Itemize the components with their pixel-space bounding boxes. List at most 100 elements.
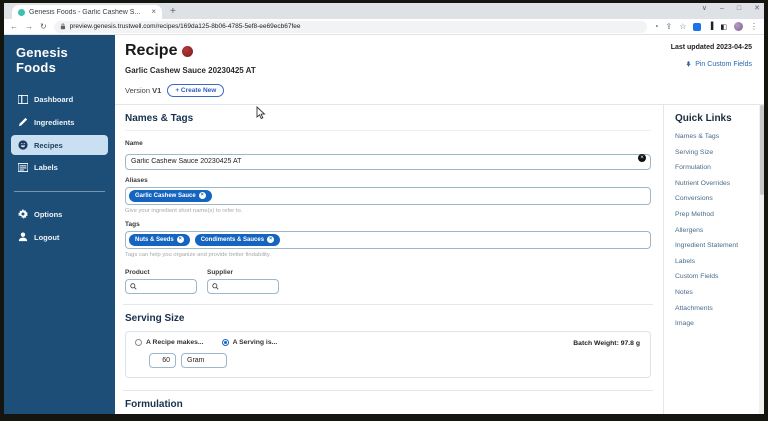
- section-title-names-tags: Names & Tags: [125, 113, 194, 124]
- quick-link-custom-fields[interactable]: Custom Fields: [675, 273, 759, 280]
- page-title-text: Recipe: [125, 42, 178, 59]
- main-area: Recipe Garlic Cashew Sauce 20230425 AT V…: [115, 35, 764, 414]
- recipe-name: Garlic Cashew Sauce 20230425 AT: [125, 66, 256, 75]
- browser-window: Genesis Foods - Garlic Cashew S... × + ∨…: [4, 3, 764, 414]
- supplier-search-input[interactable]: [207, 278, 279, 294]
- window-menu-icon[interactable]: ∨: [702, 4, 707, 12]
- quick-links-panel: Quick Links Names & Tags Serving Size Fo…: [663, 105, 759, 414]
- browser-tab[interactable]: Genesis Foods - Garlic Cashew S... ×: [12, 5, 162, 19]
- radio-recipe-makes[interactable]: A Recipe makes...: [135, 338, 204, 346]
- pin-icon: [686, 61, 691, 67]
- sidebar-item-label: Labels: [34, 163, 58, 172]
- sidebar-item-dashboard[interactable]: Dashboard: [11, 90, 108, 109]
- lock-icon: [60, 23, 65, 30]
- download-icon[interactable]: ◔: [654, 22, 659, 31]
- quick-link-allergens[interactable]: Allergens: [675, 227, 759, 234]
- quick-link-image[interactable]: Image: [675, 320, 759, 327]
- pin-custom-fields-link[interactable]: Pin Custom Fields: [671, 61, 752, 68]
- recipes-icon: [18, 140, 28, 150]
- quick-link-ingredient-statement[interactable]: Ingredient Statement: [675, 242, 759, 249]
- sidebar-item-options[interactable]: Options: [11, 204, 108, 224]
- quick-link-labels[interactable]: Labels: [675, 258, 759, 265]
- create-new-label: Create New: [180, 87, 217, 94]
- quick-link-names-tags[interactable]: Names & Tags: [675, 133, 759, 140]
- tags-help-text: Tags can help you organize and provide b…: [125, 251, 271, 258]
- sidebar-item-label: Ingredients: [34, 117, 75, 127]
- aliases-input[interactable]: Garlic Cashew Sauce ×: [125, 186, 651, 205]
- search-icon: [130, 282, 137, 290]
- sidebar-item-label: Recipes: [34, 140, 63, 150]
- pin-custom-fields-label: Pin Custom Fields: [695, 61, 752, 68]
- batch-weight-text: Batch Weight: 97.8 g: [573, 339, 640, 347]
- back-icon[interactable]: ←: [10, 22, 18, 31]
- tag-chip[interactable]: Condiments & Sauces ×: [194, 233, 281, 246]
- tag-chip[interactable]: Nuts & Seeds ×: [129, 233, 190, 246]
- serving-unit-input[interactable]: [181, 352, 227, 368]
- sidebar-divider: [14, 191, 105, 192]
- quick-links-title: Quick Links: [675, 113, 732, 124]
- page-scrollbar[interactable]: [759, 105, 764, 414]
- tab-close-icon[interactable]: ×: [151, 8, 156, 16]
- window-maximize-icon[interactable]: □: [737, 5, 741, 12]
- dashboard-icon: [18, 95, 28, 104]
- gear-icon: [18, 209, 28, 219]
- tag-chip-label: Nuts & Seeds: [135, 236, 174, 243]
- create-new-version-button[interactable]: + Create New: [167, 84, 225, 97]
- window-minimize-icon[interactable]: –: [720, 5, 724, 12]
- browser-menu-icon[interactable]: ⋮: [750, 22, 758, 31]
- radio-selected-icon[interactable]: [221, 338, 229, 346]
- radio-unselected-icon[interactable]: [135, 338, 142, 346]
- recipe-form: Names & Tags Name × Aliases Garlic Cashe…: [115, 105, 663, 414]
- url-bar[interactable]: [53, 20, 647, 33]
- sidebar-panel-icon[interactable]: ▐: [708, 23, 713, 30]
- clear-name-icon[interactable]: ×: [638, 154, 646, 162]
- product-search-input[interactable]: [125, 278, 197, 294]
- reload-icon[interactable]: ↻: [40, 22, 47, 31]
- version-value: V1: [152, 86, 162, 95]
- recipe-status-icon: [182, 45, 194, 57]
- forward-icon[interactable]: →: [25, 22, 33, 31]
- quick-link-prep-method[interactable]: Prep Method: [675, 211, 759, 218]
- quick-link-attachments[interactable]: Attachments: [675, 305, 759, 312]
- url-input[interactable]: [69, 23, 641, 30]
- sidebar-item-ingredients[interactable]: Ingredients: [11, 112, 108, 132]
- scrollbar-thumb[interactable]: [759, 105, 764, 195]
- remove-alias-icon[interactable]: ×: [198, 192, 206, 199]
- quick-link-conversions[interactable]: Conversions: [675, 195, 759, 202]
- new-tab-button[interactable]: +: [170, 6, 176, 19]
- name-field-label: Name: [125, 140, 143, 147]
- name-input[interactable]: [125, 153, 651, 170]
- quick-link-notes[interactable]: Notes: [675, 289, 759, 296]
- browser-toolbar: ← → ↻ ◔ ⇪ ☆ ▐ ◧ ⋮: [4, 19, 764, 35]
- radio-serving-is-label: A Serving is...: [232, 338, 278, 346]
- serving-amount-input[interactable]: [149, 352, 176, 368]
- extensions-puzzle-icon[interactable]: ◧: [720, 23, 727, 31]
- quick-link-serving-size[interactable]: Serving Size: [675, 149, 759, 156]
- radio-serving-is[interactable]: A Serving is...: [221, 338, 278, 346]
- window-close-icon[interactable]: ✕: [754, 4, 760, 12]
- page-header: Recipe Garlic Cashew Sauce 20230425 AT V…: [115, 35, 764, 105]
- app-sidebar: Genesis Foods Dashboard Ingredients Reci…: [4, 35, 115, 414]
- alias-chip[interactable]: Garlic Cashew Sauce ×: [129, 189, 212, 202]
- sidebar-item-labels[interactable]: Labels: [11, 158, 108, 177]
- quick-link-nutrient-overrides[interactable]: Nutrient Overrides: [675, 180, 759, 187]
- remove-tag-icon[interactable]: ×: [176, 236, 184, 243]
- profile-avatar[interactable]: [734, 22, 743, 31]
- serving-size-panel: A Recipe makes... A Serving is... Batch …: [125, 330, 651, 378]
- last-updated-text: Last updated 2023-04-25: [670, 44, 752, 51]
- section-title-formulation: Formulation: [125, 398, 183, 410]
- sidebar-item-logout[interactable]: Logout: [11, 227, 108, 247]
- sidebar-item-label: Logout: [34, 232, 60, 242]
- quick-link-formulation[interactable]: Formulation: [675, 164, 759, 171]
- extension-icon[interactable]: [693, 22, 702, 31]
- tab-title: Genesis Foods - Garlic Cashew S...: [29, 8, 141, 16]
- product-field-label: Product: [125, 268, 150, 276]
- remove-tag-icon[interactable]: ×: [267, 236, 275, 243]
- tags-input[interactable]: Nuts & Seeds × Condiments & Sauces ×: [125, 230, 651, 249]
- sidebar-item-recipes[interactable]: Recipes: [11, 135, 108, 155]
- aliases-field-label: Aliases: [125, 176, 148, 184]
- sidebar-item-label: Options: [34, 209, 63, 219]
- aliases-help-text: Give your ingredient short name(s) to re…: [125, 207, 243, 214]
- bookmark-star-icon[interactable]: ☆: [679, 22, 686, 31]
- share-icon[interactable]: ⇪: [666, 22, 673, 31]
